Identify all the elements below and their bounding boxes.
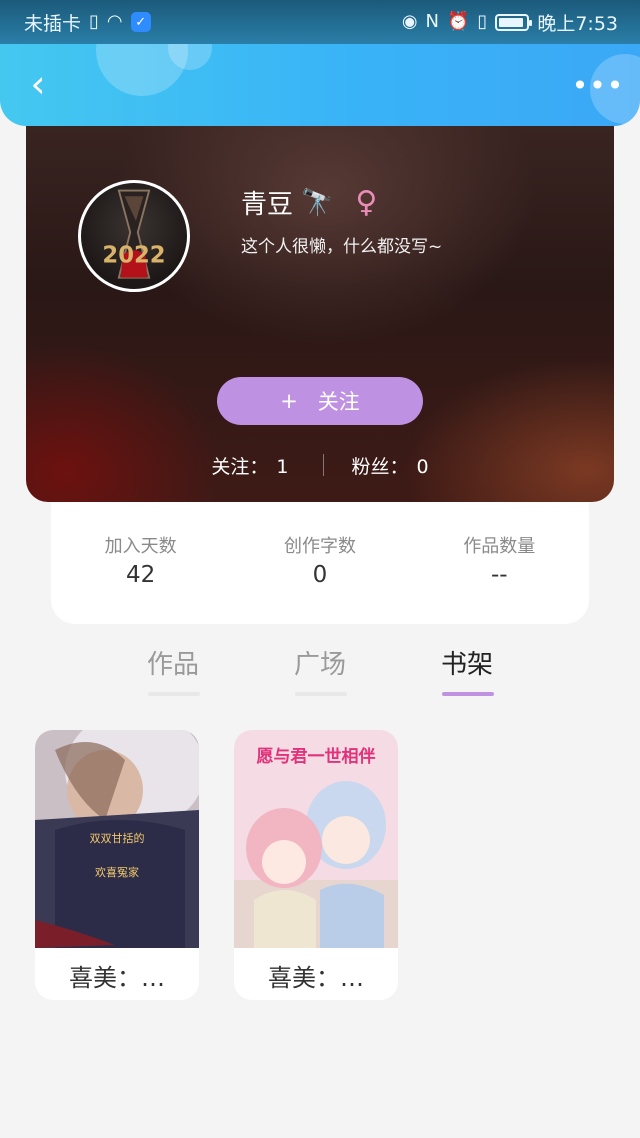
telescope-icon: 🔭 bbox=[301, 187, 334, 218]
book-card[interactable]: 愿与君一世相伴 喜美：… bbox=[234, 730, 398, 1000]
fans-count: 0 bbox=[416, 455, 429, 478]
tab-underline bbox=[148, 692, 200, 696]
joined-days-stat: 加入天数 42 bbox=[56, 532, 226, 624]
vibrate-icon: ▯ bbox=[477, 11, 488, 32]
avatar[interactable]: 2022 bbox=[78, 180, 190, 292]
summary-value: 0 bbox=[312, 562, 328, 588]
summary-label: 作品数量 bbox=[463, 536, 536, 557]
following-count: 1 bbox=[276, 455, 289, 478]
profile-card: 2022 青豆 🔭 ♀ 这个人很懒，什么都没写~ + 关注 关注： 1 粉丝： 0 bbox=[26, 110, 614, 502]
clock-text: 晚上7:53 bbox=[537, 12, 618, 35]
summary-card: 加入天数 42 创作字数 0 作品数量 -- bbox=[51, 502, 589, 624]
tab-label: 作品 bbox=[146, 650, 199, 680]
follow-button-label: 关注 bbox=[317, 390, 360, 414]
more-dots-icon: ••• bbox=[571, 68, 625, 102]
back-chevron-icon: ‹ bbox=[30, 62, 46, 106]
book-cover: 双双甘括的 欢喜冤家 bbox=[35, 730, 199, 948]
works-count-stat: 作品数量 -- bbox=[414, 532, 584, 624]
avatar-image: 2022 bbox=[102, 189, 166, 279]
avatar-year-text: 2022 bbox=[102, 243, 165, 269]
tab-label: 广场 bbox=[293, 650, 346, 680]
follow-button[interactable]: + 关注 bbox=[217, 377, 423, 425]
back-button[interactable]: ‹ bbox=[18, 62, 58, 106]
top-header: ‹ ••• bbox=[0, 44, 640, 126]
wifi-icon: ◠ bbox=[106, 11, 123, 32]
profile-tabs: 作品 广场 书架 bbox=[118, 640, 522, 700]
bio-text: 这个人很懒，什么都没写~ bbox=[241, 237, 443, 257]
tab-label: 书架 bbox=[440, 650, 493, 680]
female-gender-icon: ♀ bbox=[355, 185, 378, 220]
tab-underline bbox=[295, 692, 347, 696]
follow-stats: 关注： 1 粉丝： 0 bbox=[26, 448, 614, 482]
book-cover-text: 欢喜冤家 bbox=[95, 865, 139, 879]
following-label: 关注： bbox=[211, 455, 269, 478]
book-title: 喜美：… bbox=[268, 964, 364, 992]
plus-icon: + bbox=[280, 389, 298, 413]
summary-value: 42 bbox=[126, 562, 156, 588]
nickname: 青豆 bbox=[241, 190, 294, 220]
status-bar: 未插卡 ▯ ◠ ✓ ◉ N ⏰ ▯ 晚上7:53 bbox=[0, 0, 640, 44]
tab-square[interactable]: 广场 bbox=[265, 640, 375, 700]
shield-icon: ✓ bbox=[130, 12, 151, 32]
tab-works[interactable]: 作品 bbox=[118, 640, 228, 700]
eye-icon: ◉ bbox=[401, 11, 418, 32]
following-stat[interactable]: 关注： 1 bbox=[211, 452, 288, 479]
stats-divider bbox=[322, 454, 324, 476]
nickname-row: 青豆 🔭 ♀ bbox=[241, 184, 377, 221]
more-options-button[interactable]: ••• bbox=[572, 69, 624, 102]
tab-bookshelf[interactable]: 书架 bbox=[412, 640, 522, 700]
fans-stat[interactable]: 粉丝： 0 bbox=[352, 452, 429, 479]
word-count-stat: 创作字数 0 bbox=[235, 532, 405, 624]
book-cover-text: 双双甘括的 bbox=[90, 831, 145, 845]
nfc-icon: N bbox=[425, 11, 439, 32]
summary-label: 加入天数 bbox=[104, 536, 177, 557]
book-cover: 愿与君一世相伴 bbox=[234, 730, 398, 948]
sim-alert-icon: ▯ bbox=[89, 11, 99, 32]
summary-label: 创作字数 bbox=[283, 536, 356, 557]
carrier-text: 未插卡 bbox=[24, 12, 82, 35]
tab-underline bbox=[442, 692, 494, 696]
battery-icon bbox=[495, 13, 533, 31]
book-card[interactable]: 双双甘括的 欢喜冤家 喜美：… bbox=[35, 730, 199, 1000]
alarm-icon: ⏰ bbox=[447, 11, 470, 32]
book-title: 喜美：… bbox=[69, 964, 165, 992]
book-cover-text: 愿与君一世相伴 bbox=[257, 746, 376, 767]
fans-label: 粉丝： bbox=[351, 455, 409, 478]
summary-value: -- bbox=[491, 562, 508, 588]
